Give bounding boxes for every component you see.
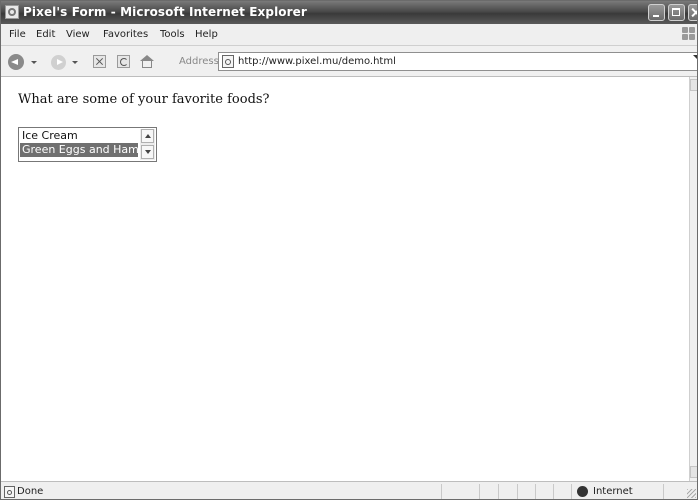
page-content: What are some of your favorite foods? Ic… [1, 77, 689, 481]
status-divider [479, 484, 480, 499]
refresh-icon[interactable] [117, 55, 130, 68]
address-label: Address [179, 56, 219, 67]
internet-zone-globe-icon [577, 486, 588, 497]
menu-favorites[interactable]: Favorites [103, 29, 148, 40]
status-divider [553, 484, 554, 499]
browser-window: Pixel's Form - Microsoft Internet Explor… [0, 0, 698, 500]
menu-bar: File Edit View Favorites Tools Help [1, 24, 697, 46]
close-button[interactable] [688, 4, 697, 21]
page-vertical-scrollbar[interactable] [689, 77, 697, 481]
status-divider [517, 484, 518, 499]
address-bar[interactable] [218, 52, 697, 71]
status-divider [498, 484, 499, 499]
security-zone-label: Internet [593, 486, 633, 497]
menu-edit[interactable]: Edit [36, 29, 55, 40]
windows-logo-icon [682, 27, 696, 41]
ie-app-icon[interactable] [5, 5, 19, 19]
menu-file[interactable]: File [9, 29, 26, 40]
status-page-icon [4, 486, 15, 498]
status-divider [535, 484, 536, 499]
forward-history-chevron-down-icon[interactable] [72, 61, 78, 64]
back-icon[interactable] [8, 54, 24, 70]
navigation-toolbar: Address [1, 46, 697, 77]
foods-listbox[interactable]: Ice Cream Green Eggs and Ham [18, 127, 157, 162]
listbox-option[interactable]: Ice Cream [20, 129, 138, 143]
scroll-down-icon[interactable] [141, 145, 154, 159]
listbox-option-selected[interactable]: Green Eggs and Ham [20, 143, 138, 157]
menu-view[interactable]: View [66, 29, 90, 40]
page-scroll-up-icon[interactable] [690, 79, 697, 91]
minimize-button[interactable] [648, 4, 665, 21]
scroll-up-icon[interactable] [141, 129, 154, 143]
status-divider [571, 484, 572, 499]
title-bar[interactable]: Pixel's Form - Microsoft Internet Explor… [1, 1, 697, 24]
address-chevron-down-icon[interactable] [693, 55, 697, 59]
back-history-chevron-down-icon[interactable] [31, 61, 37, 64]
status-text: Done [17, 486, 44, 497]
menu-tools[interactable]: Tools [160, 29, 185, 40]
stop-icon[interactable] [93, 55, 106, 68]
forward-icon[interactable] [51, 55, 66, 70]
status-bar: Done Internet [1, 481, 697, 499]
status-divider [441, 484, 442, 499]
listbox-scrollbar[interactable] [140, 129, 155, 160]
status-divider [663, 484, 664, 499]
address-input[interactable] [238, 53, 678, 70]
page-scroll-down-icon[interactable] [690, 466, 697, 478]
maximize-button[interactable] [668, 4, 685, 21]
window-title: Pixel's Form - Microsoft Internet Explor… [23, 5, 307, 19]
question-label: What are some of your favorite foods? [18, 92, 270, 107]
menu-help[interactable]: Help [195, 29, 218, 40]
resize-grip-icon[interactable] [687, 489, 696, 498]
page-icon [222, 55, 234, 68]
home-icon[interactable] [140, 55, 154, 68]
